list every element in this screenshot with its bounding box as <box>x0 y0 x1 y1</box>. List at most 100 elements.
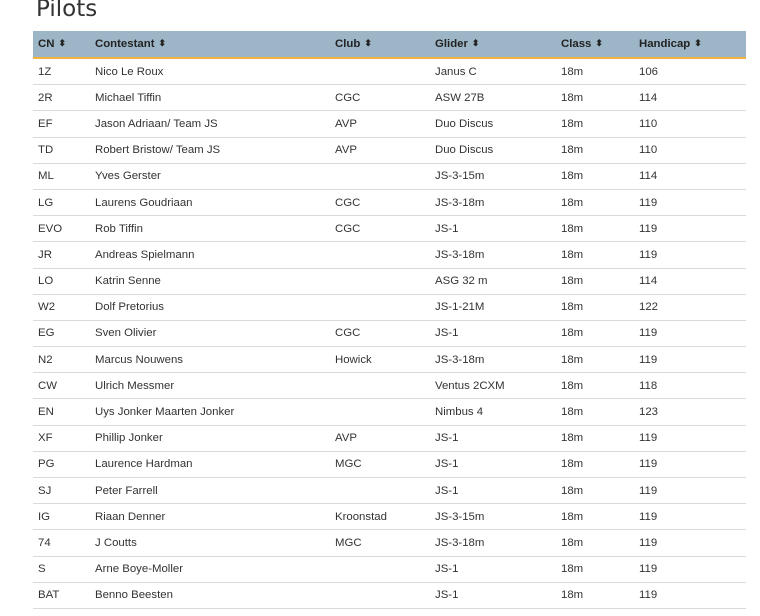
cell-glider: JS-1 <box>430 320 556 348</box>
cell-cn: 1Z <box>33 58 90 86</box>
cell-handicap: 114 <box>634 163 746 190</box>
cell-handicap: 119 <box>634 477 746 505</box>
cell-glider: JS-3-15m <box>430 163 556 190</box>
cell-handicap: 110 <box>634 137 746 164</box>
sort-icon[interactable]: ⬍ <box>58 38 66 49</box>
cell-glider: Janus C <box>430 58 556 86</box>
column-header-label: Club <box>335 38 361 50</box>
cell-class: 18m <box>556 346 634 374</box>
cell-glider: JS-3-15m <box>430 503 556 531</box>
page-title: Pilots <box>36 0 98 22</box>
cell-class: 18m <box>556 58 634 86</box>
cell-glider: Duo Discus <box>430 110 556 138</box>
cell-handicap: 123 <box>634 398 746 426</box>
cell-handicap: 110 <box>634 110 746 138</box>
cell-class: 18m <box>556 215 634 243</box>
cell-contestant: Peter Farrell <box>90 477 330 505</box>
column-header-cn[interactable]: CN ⬍ <box>33 31 90 59</box>
cell-class: 18m <box>556 477 634 505</box>
table-row: TD Robert Bristow/ Team JS AVP Duo Discus 18… <box>33 137 746 164</box>
column-header-club[interactable]: Club ⬍ <box>330 31 430 59</box>
cell-handicap: 119 <box>634 582 746 609</box>
cell-cn: LG <box>33 189 90 217</box>
table-row: W2 Dolf Pretorius JS-1-21M 18m 122 <box>33 294 746 321</box>
cell-contestant: Benno Beesten <box>90 582 330 609</box>
column-header-label: Handicap <box>639 38 691 50</box>
cell-glider: JS-1 <box>430 477 556 505</box>
column-header-glider[interactable]: Glider ⬍ <box>430 31 556 59</box>
column-header-class[interactable]: Class ⬍ <box>556 31 634 59</box>
cell-club: Kroonstad <box>330 503 430 531</box>
cell-club <box>330 556 430 583</box>
cell-contestant: Andreas Spielmann <box>90 241 330 269</box>
cell-club <box>330 241 430 269</box>
cell-class: 18m <box>556 425 634 452</box>
cell-handicap: 114 <box>634 268 746 295</box>
cell-club <box>330 163 430 190</box>
cell-cn: 74 <box>33 529 90 557</box>
sort-icon[interactable]: ⬍ <box>694 38 702 49</box>
table-row: SJ Peter Farrell JS-1 18m 119 <box>33 477 746 505</box>
cell-handicap: 119 <box>634 556 746 583</box>
table-row: CW Ulrich Messmer Ventus 2CXM 18m 118 <box>33 372 746 400</box>
cell-handicap: 119 <box>634 320 746 348</box>
cell-cn: BAT <box>33 582 90 609</box>
cell-club: AVP <box>330 137 430 164</box>
cell-club: CGC <box>330 215 430 243</box>
cell-class: 18m <box>556 451 634 479</box>
column-header-contestant[interactable]: Contestant ⬍ <box>90 31 330 59</box>
cell-club <box>330 582 430 609</box>
table-row: PG Laurence Hardman MGC JS-1 18m 119 <box>33 451 746 479</box>
sort-icon[interactable]: ⬍ <box>595 38 603 49</box>
cell-contestant: Laurens Goudriaan <box>90 189 330 217</box>
cell-contestant: Yves Gerster <box>90 163 330 190</box>
cell-glider: JS-1 <box>430 425 556 452</box>
cell-glider: ASG 32 m <box>430 268 556 295</box>
cell-class: 18m <box>556 84 634 112</box>
cell-cn: CW <box>33 372 90 400</box>
cell-handicap: 119 <box>634 215 746 243</box>
cell-class: 18m <box>556 372 634 400</box>
column-header-handicap[interactable]: Handicap ⬍ <box>634 31 746 59</box>
cell-club: AVP <box>330 425 430 452</box>
sort-icon[interactable]: ⬍ <box>472 38 480 49</box>
cell-glider: JS-1 <box>430 582 556 609</box>
cell-contestant: Jason Adriaan/ Team JS <box>90 110 330 138</box>
cell-contestant: Riaan Denner <box>90 503 330 531</box>
cell-cn: N2 <box>33 346 90 374</box>
table-row: LO Katrin Senne ASG 32 m 18m 114 <box>33 268 746 295</box>
cell-cn: PG <box>33 451 90 479</box>
table-body: 1Z Nico Le Roux Janus C 18m 106 2R Michael Tif… <box>33 58 746 609</box>
cell-handicap: 119 <box>634 241 746 269</box>
column-header-label: Contestant <box>95 38 155 50</box>
cell-cn: JR <box>33 241 90 269</box>
cell-contestant: Katrin Senne <box>90 268 330 295</box>
cell-contestant: Marcus Nouwens <box>90 346 330 374</box>
cell-handicap: 119 <box>634 425 746 452</box>
cell-club <box>330 58 430 86</box>
cell-glider: Duo Discus <box>430 137 556 164</box>
cell-contestant: Phillip Jonker <box>90 425 330 452</box>
cell-cn: 2R <box>33 84 90 112</box>
cell-handicap: 119 <box>634 503 746 531</box>
cell-glider: JS-3-18m <box>430 346 556 374</box>
cell-handicap: 118 <box>634 372 746 400</box>
cell-class: 18m <box>556 110 634 138</box>
cell-glider: JS-1 <box>430 215 556 243</box>
cell-handicap: 114 <box>634 84 746 112</box>
sort-icon[interactable]: ⬍ <box>158 38 166 49</box>
cell-cn: EN <box>33 398 90 426</box>
cell-class: 18m <box>556 398 634 426</box>
sort-icon[interactable]: ⬍ <box>364 38 372 49</box>
cell-club <box>330 398 430 426</box>
cell-glider: ASW 27B <box>430 84 556 112</box>
cell-club: AVP <box>330 110 430 138</box>
table-row: JR Andreas Spielmann JS-3-18m 18m 119 <box>33 241 746 269</box>
cell-glider: JS-3-18m <box>430 189 556 217</box>
cell-contestant: Ulrich Messmer <box>90 372 330 400</box>
cell-club <box>330 294 430 321</box>
table-row: S Arne Boye-Moller JS-1 18m 119 <box>33 556 746 583</box>
table-row: EN Uys Jonker Maarten Jonker Nimbus 4 18m 12… <box>33 398 746 426</box>
cell-club: CGC <box>330 320 430 348</box>
cell-cn: SJ <box>33 477 90 505</box>
